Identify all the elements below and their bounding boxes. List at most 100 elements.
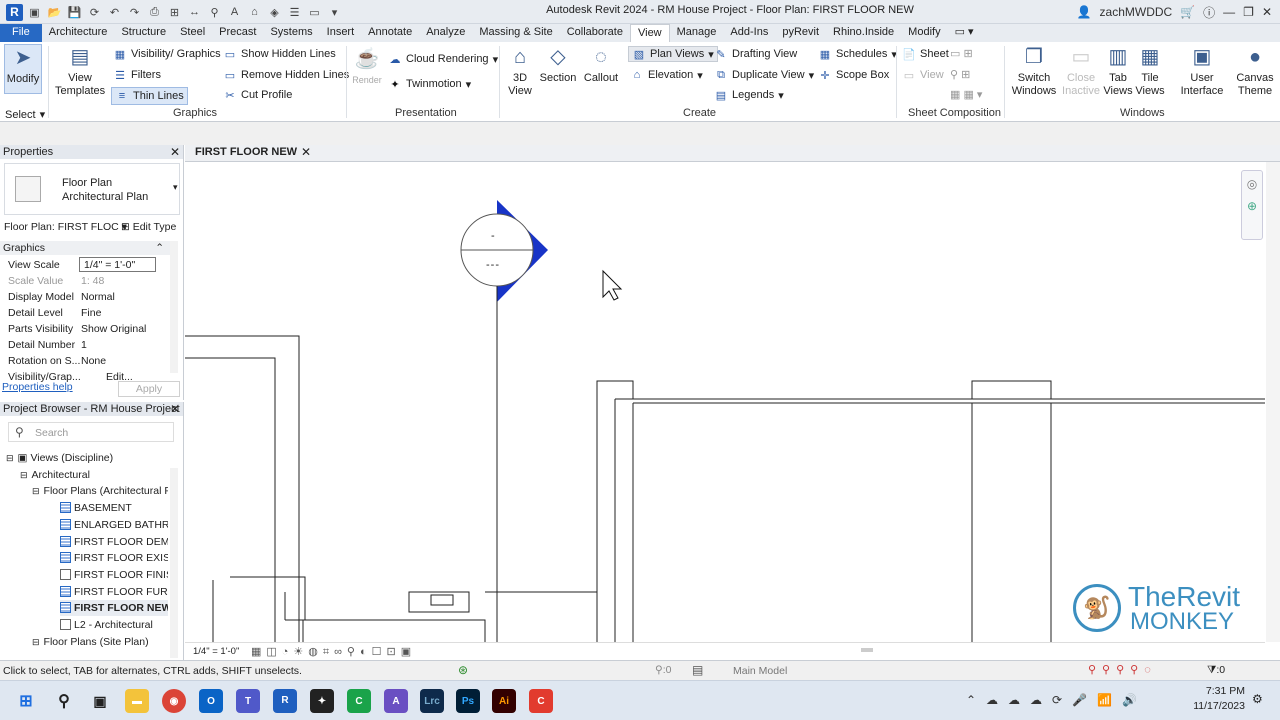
schedules-button[interactable]: ▦ Schedules ▾ bbox=[818, 47, 897, 61]
close-icon[interactable]: ✕ bbox=[170, 145, 180, 159]
autocad-icon[interactable]: A bbox=[384, 689, 408, 713]
teams-icon[interactable]: T bbox=[236, 689, 260, 713]
design-options-icon[interactable]: ▤ bbox=[692, 663, 703, 677]
restore-icon[interactable]: ❐ bbox=[1243, 5, 1254, 19]
view-scale-control[interactable]: 1/4" = 1'-0" bbox=[193, 646, 239, 657]
cut-profile-button[interactable]: ✂ Cut Profile bbox=[223, 88, 292, 102]
tab-annotate[interactable]: Annotate bbox=[361, 24, 419, 42]
properties-help-link[interactable]: Properties help bbox=[2, 381, 73, 393]
chrome-icon[interactable]: ◉ bbox=[162, 689, 186, 713]
view-scale-field[interactable] bbox=[79, 257, 156, 272]
property-value[interactable]: Fine bbox=[81, 305, 101, 321]
tree-item[interactable]: ⊟ ▣ Views (Discipline) bbox=[6, 450, 168, 466]
scope-box-button[interactable]: ✛ Scope Box bbox=[818, 68, 889, 82]
photoshop-icon[interactable]: Ps bbox=[456, 689, 480, 713]
tab-precast[interactable]: Precast bbox=[212, 24, 263, 42]
tab-file[interactable]: File bbox=[0, 24, 42, 42]
tab-analyze[interactable]: Analyze bbox=[419, 24, 472, 42]
lightroom-icon[interactable]: Lrc bbox=[420, 689, 444, 713]
filter-count[interactable]: ⧩:0 bbox=[1207, 664, 1225, 677]
tree-collapse-icon[interactable]: ⊟ bbox=[20, 470, 28, 480]
tree-collapse-icon[interactable]: ⊟ bbox=[32, 637, 40, 647]
property-row[interactable]: Detail Number 1 bbox=[0, 337, 168, 353]
callout-button[interactable]: ◌ Callout bbox=[580, 44, 622, 85]
tree-item[interactable]: ⊟ Floor Plans (Architectural Pl bbox=[32, 483, 168, 499]
type-selector[interactable]: Floor Plan Architectural Plan ▾ bbox=[4, 163, 180, 215]
illustrator-icon[interactable]: Ai bbox=[492, 689, 516, 713]
tab-manage[interactable]: Manage bbox=[670, 24, 724, 42]
steering-wheel-icon[interactable]: ◎ bbox=[1242, 177, 1262, 191]
property-value[interactable]: None bbox=[81, 353, 106, 369]
instance-selector[interactable]: Floor Plan: FIRST FLOC ▾ bbox=[4, 221, 127, 233]
clock-time[interactable]: 7:31 PM bbox=[1185, 685, 1245, 697]
cloud-rendering-button[interactable]: ☁ Cloud Rendering ▾ bbox=[388, 52, 499, 66]
selection-filter-icons[interactable]: ⚲⚲⚲⚲◌ bbox=[1088, 663, 1157, 676]
property-row[interactable]: Display Model Normal bbox=[0, 289, 168, 305]
select-dropdown[interactable]: Select ▾ bbox=[5, 108, 45, 122]
horizontal-scrollbar-thumb[interactable] bbox=[861, 648, 873, 652]
search-icon[interactable]: ⚲ bbox=[52, 689, 76, 713]
elevation-button[interactable]: ⌂ Elevation ▾ bbox=[630, 68, 703, 82]
recorder-icon[interactable]: C bbox=[529, 689, 553, 713]
view-placement-button[interactable]: ▭ View bbox=[902, 68, 944, 82]
camtasia-icon[interactable]: C bbox=[347, 689, 371, 713]
user-interface-button[interactable]: ▣ User Interface bbox=[1178, 44, 1226, 98]
legends-button[interactable]: ▤ Legends ▾ bbox=[714, 88, 784, 102]
close-icon[interactable]: ✕ bbox=[1262, 5, 1272, 19]
property-value[interactable]: Normal bbox=[81, 289, 115, 305]
property-row[interactable]: Rotation on S... None bbox=[0, 353, 168, 369]
tab-rhino-inside[interactable]: Rhino.Inside bbox=[826, 24, 901, 42]
guide-grid-icon[interactable]: ▦ ▦ ▾ bbox=[950, 88, 982, 101]
tree-item[interactable]: FIRST FLOOR FINISH bbox=[60, 567, 168, 583]
close-inactive-button[interactable]: ▭ Close Inactive bbox=[1060, 44, 1102, 98]
tab-pyrevit[interactable]: pyRevit bbox=[775, 24, 826, 42]
property-row[interactable]: Detail Level Fine bbox=[0, 305, 168, 321]
search-box[interactable]: ⚲ Search bbox=[8, 422, 174, 442]
tree-item[interactable]: BASEMENT bbox=[60, 500, 168, 516]
vertical-scrollbar[interactable] bbox=[1266, 162, 1280, 642]
start-icon[interactable]: ⊞ bbox=[14, 689, 38, 713]
edit-type-button[interactable]: ⊞ Edit Type bbox=[121, 221, 176, 233]
drafting-view-button[interactable]: ✎ Drafting View bbox=[714, 47, 797, 61]
tree-item[interactable]: ⊟ Architectural bbox=[20, 467, 168, 483]
task-view-icon[interactable]: ▣ bbox=[88, 689, 112, 713]
tree-item[interactable]: FIRST FLOOR FURNIT bbox=[60, 584, 168, 600]
canvas-theme-button[interactable]: ● Canvas Theme bbox=[1232, 44, 1278, 98]
property-row[interactable]: Parts Visibility Show Original bbox=[0, 321, 168, 337]
plan-views-button[interactable]: ▧ Plan Views ▾ bbox=[628, 46, 718, 62]
tree-collapse-icon[interactable]: ⊟ bbox=[32, 486, 40, 496]
section-button[interactable]: ◇ Section bbox=[539, 44, 577, 85]
apply-button[interactable]: Apply bbox=[118, 381, 180, 397]
sheet-button[interactable]: 📄 Sheet bbox=[902, 47, 949, 61]
cart-icon[interactable]: 🛒 bbox=[1180, 5, 1195, 19]
modify-button[interactable]: ➤ Modify bbox=[4, 44, 42, 94]
view-control-icons[interactable]: ▦◫◔☀◍⌗∞⚲◐☐⊡▣ bbox=[251, 645, 416, 659]
tree-item[interactable]: L2 - Architectural bbox=[60, 617, 168, 633]
3d-view-button[interactable]: ⌂ 3D View bbox=[503, 44, 537, 98]
duplicate-view-button[interactable]: ⧉ Duplicate View ▾ bbox=[714, 68, 814, 82]
tab-add-ins[interactable]: Add-Ins bbox=[723, 24, 775, 42]
clock-date[interactable]: 11/17/2023 bbox=[1185, 700, 1245, 712]
twinmotion-button[interactable]: ✦ Twinmotion ▾ bbox=[388, 77, 471, 91]
drawing-canvas[interactable]: - --- 🐒 TheRevit MONKEY bbox=[185, 162, 1265, 642]
system-tray-icons[interactable]: ⌃☁☁☁⟳🎤📶🔊 bbox=[966, 693, 1147, 707]
tab-view[interactable]: View bbox=[629, 24, 670, 42]
tab-structure[interactable]: Structure bbox=[114, 24, 173, 42]
property-value[interactable]: 1: 48 bbox=[81, 273, 104, 289]
tab-modify[interactable]: Modify bbox=[901, 24, 947, 42]
show-hidden-lines-button[interactable]: ▭ Show Hidden Lines bbox=[223, 47, 336, 61]
view-templates-button[interactable]: ▤ View Templates bbox=[55, 44, 105, 98]
tree-item[interactable]: FIRST FLOOR EXISTIN bbox=[60, 550, 168, 566]
group-graphics[interactable]: Graphics ⌃ bbox=[0, 241, 178, 255]
tab-insert[interactable]: Insert bbox=[320, 24, 362, 42]
browser-scrollbar[interactable] bbox=[170, 468, 178, 658]
active-model[interactable]: Main Model bbox=[733, 665, 787, 677]
remove-hidden-lines-button[interactable]: ▭ Remove Hidden Lines bbox=[223, 68, 349, 82]
contextual-tab-icon[interactable]: ▭ ▾ bbox=[948, 24, 981, 42]
file-explorer-icon[interactable]: ▬ bbox=[125, 689, 149, 713]
tab-first-floor-new[interactable]: FIRST FLOOR NEW bbox=[195, 146, 297, 158]
filters-button[interactable]: ☰ Filters bbox=[113, 68, 161, 82]
help-icon[interactable]: ⓘ bbox=[1203, 4, 1215, 21]
switch-windows-button[interactable]: ❐ Switch Windows bbox=[1010, 44, 1058, 98]
visibility-graphics-button[interactable]: ▦ Visibility/ Graphics bbox=[113, 47, 221, 61]
